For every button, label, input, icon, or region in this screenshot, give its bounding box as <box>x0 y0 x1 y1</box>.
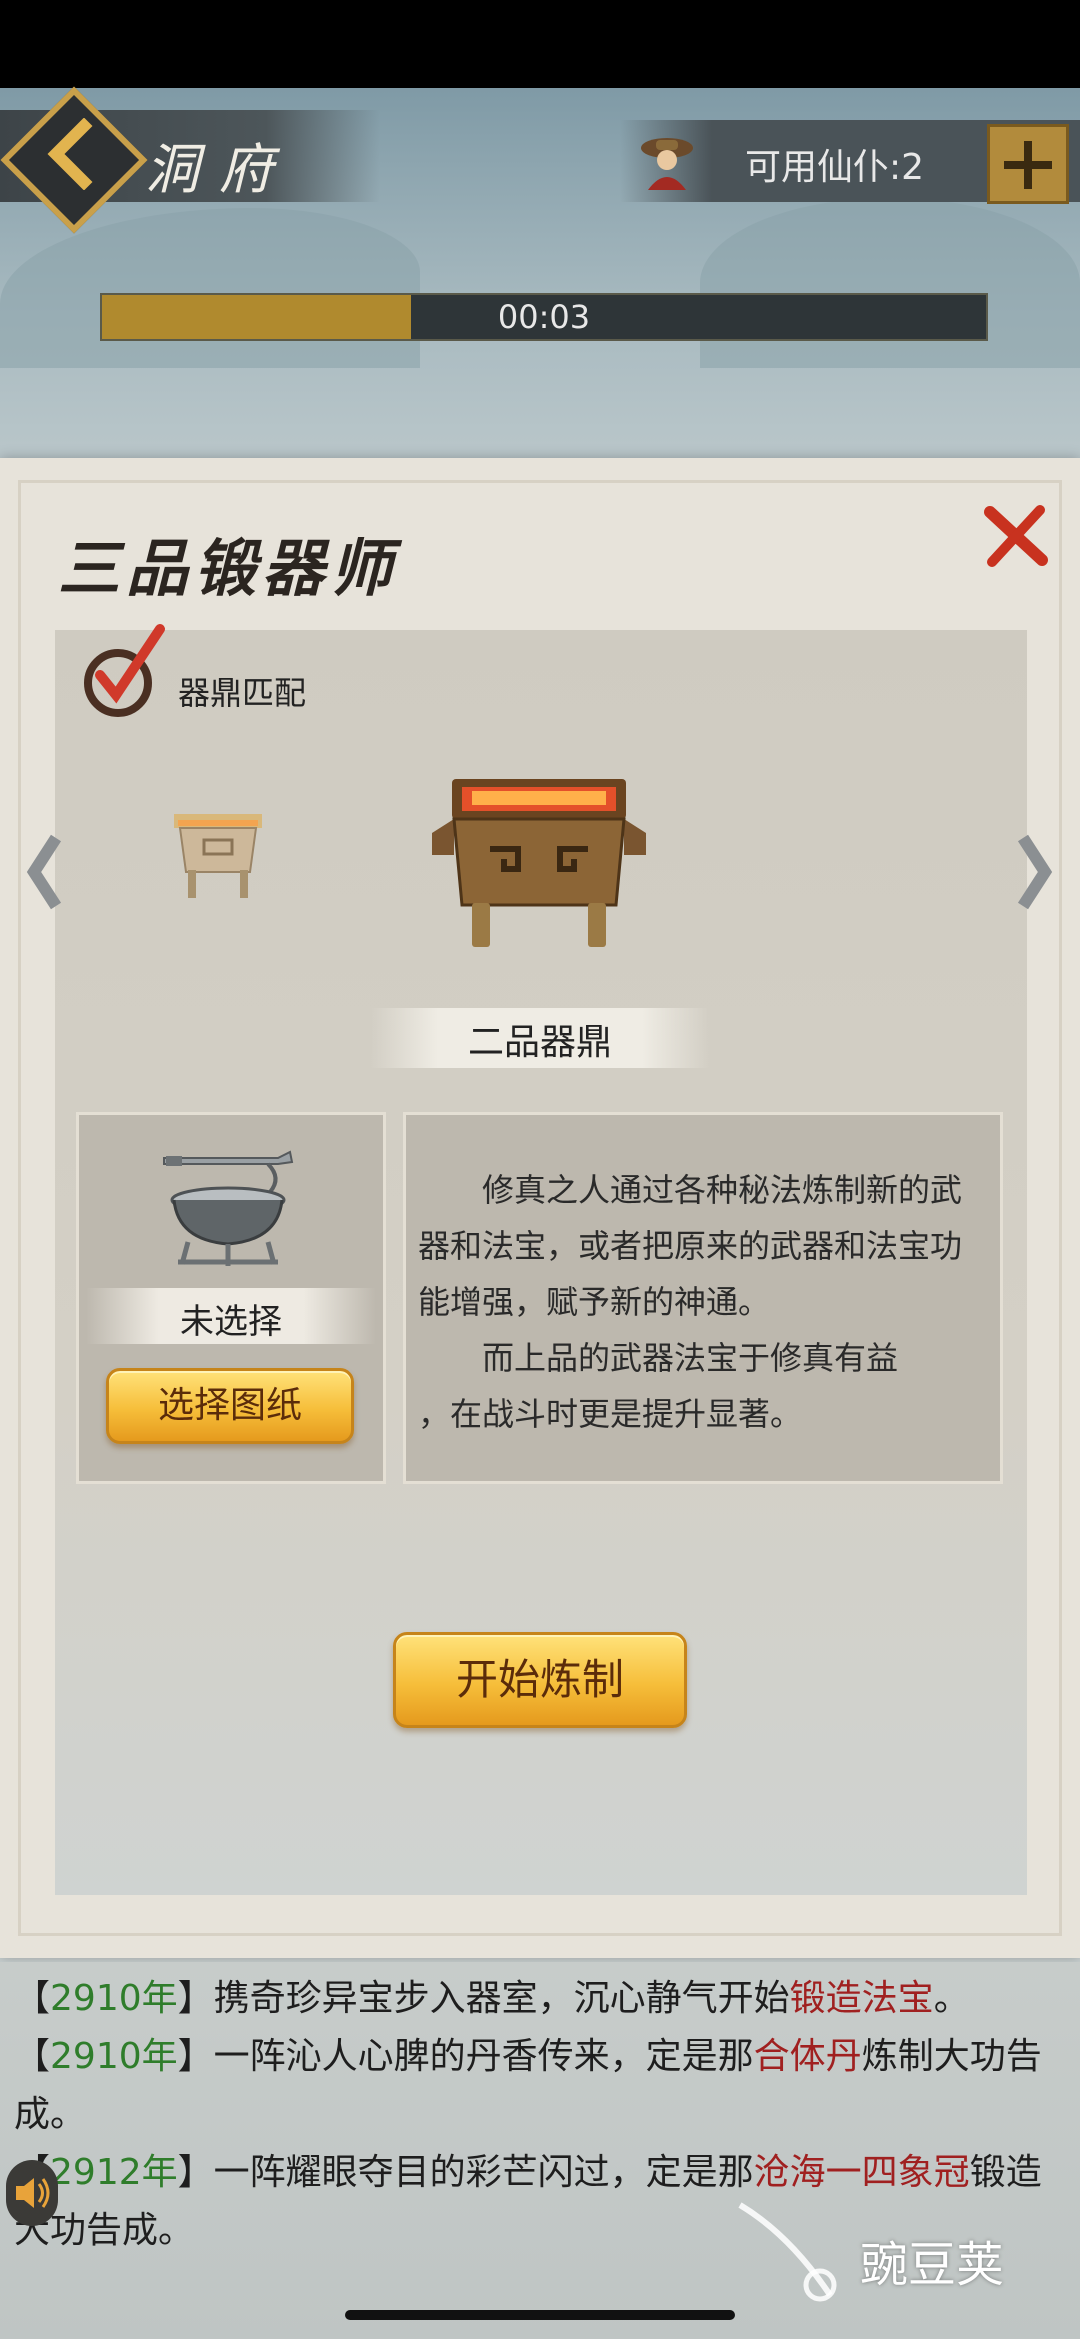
available-servants-label: 可用仙仆:2 <box>745 147 925 188</box>
mountain-shape <box>700 198 1080 368</box>
blueprint-pot-icon <box>163 1150 294 1266</box>
log-highlight: 沧海一四象冠 <box>753 2152 970 2193</box>
log-highlight: 合体丹 <box>753 2036 862 2077</box>
log-text: 。 <box>933 1978 970 2019</box>
log-highlight: 锻造法宝 <box>789 1978 934 2019</box>
watermark-text: 豌豆荚 <box>860 2237 1005 2293</box>
bracket: 【 <box>14 2036 51 2077</box>
log-text: 携奇珍异宝步入器室，沉心静气开始 <box>213 1978 790 2019</box>
bracket: 】 <box>177 2152 214 2193</box>
blueprint-status: 未选择 <box>180 1302 282 1342</box>
home-indicator[interactable] <box>345 2310 735 2320</box>
log-year: 2910年 <box>50 2036 178 2077</box>
log-text: 一阵耀眼夺目的彩芒闪过，定是那 <box>213 2152 754 2193</box>
bracket: 】 <box>177 2036 214 2077</box>
tripod-match-label: 器鼎匹配 <box>178 674 307 712</box>
progress-bar: 00:03 <box>100 293 988 341</box>
description-text: 修真之人通过各种秘法炼制新的武器和法宝，或者把原来的武器和法宝功能增强，赋予新的… <box>418 1162 990 1442</box>
speaker-icon <box>16 2178 50 2208</box>
tripod-icon[interactable] <box>428 775 650 950</box>
description-paragraph: ，在战斗时更是提升显著。 <box>418 1395 803 1433</box>
back-chevron-icon[interactable] <box>40 118 100 190</box>
description-paragraph: 而上品的武器法宝于修真有益 <box>482 1339 899 1377</box>
select-blueprint-button[interactable]: 选择图纸 <box>106 1368 354 1444</box>
tripod-name: 二品器鼎 <box>467 1022 612 1063</box>
bracket: 【 <box>14 1978 51 2019</box>
small-tripod-icon[interactable] <box>168 808 268 903</box>
chevron-right-icon[interactable] <box>1015 832 1055 912</box>
close-icon[interactable] <box>980 500 1052 572</box>
log-year: 2910年 <box>50 1978 178 2019</box>
add-servant-button[interactable] <box>987 124 1069 204</box>
log-text: 一阵沁人心脾的丹香传来，定是那 <box>213 2036 754 2077</box>
sound-toggle-button[interactable] <box>6 2160 58 2226</box>
progress-time: 00:03 <box>497 298 591 336</box>
log-entry: 【2910年】一阵沁人心脾的丹香传来，定是那合体丹炼制大功告成。 <box>14 2028 1070 2144</box>
log-entry: 【2910年】携奇珍异宝步入器室，沉心静气开始锻造法宝。 <box>14 1970 1070 2028</box>
bracket: 】 <box>177 1978 214 2019</box>
status-bar <box>0 0 1080 88</box>
chevron-left-icon[interactable] <box>24 832 64 912</box>
log-year: 2912年 <box>50 2152 178 2193</box>
servant-avatar-icon <box>641 138 693 190</box>
start-forging-button[interactable]: 开始炼制 <box>393 1632 687 1728</box>
mountain-shape <box>0 208 420 368</box>
checkmark-icon <box>84 624 165 717</box>
dialog-title: 三品锻器师 <box>58 532 399 605</box>
description-paragraph: 修真之人通过各种秘法炼制新的武器和法宝，或者把原来的武器和法宝功能增强，赋予新的… <box>418 1171 963 1321</box>
page-title: 洞府 <box>145 138 293 201</box>
